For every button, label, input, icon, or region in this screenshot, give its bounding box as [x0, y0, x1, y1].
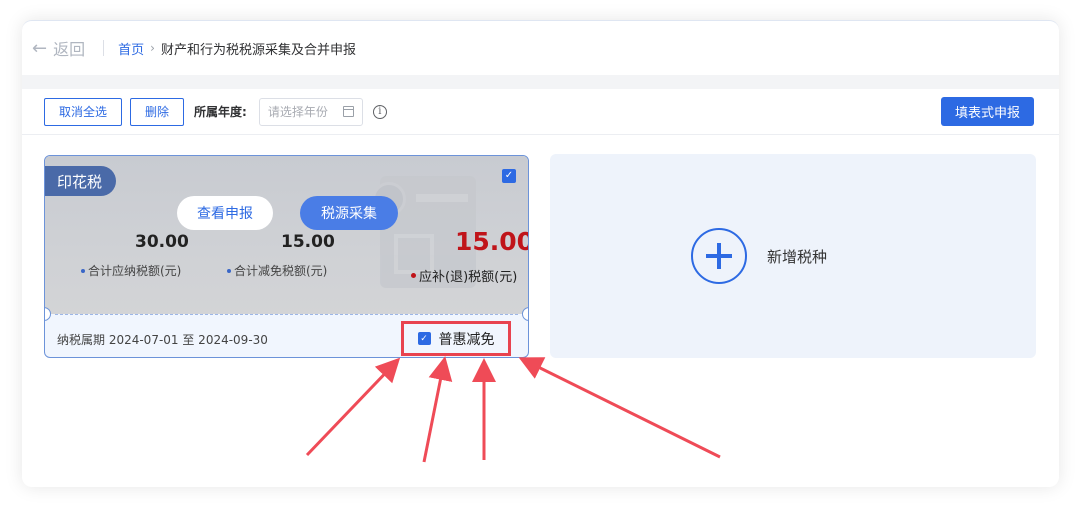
- section-divider: [22, 75, 1059, 89]
- amount-due: 15.00: [455, 227, 529, 256]
- add-tax-type-label: 新增税种: [766, 247, 827, 266]
- header-bar: ← 返回 首页 › 财产和行为税税源采集及合并申报: [22, 21, 1059, 75]
- divider: [103, 40, 105, 56]
- calendar-icon: [342, 106, 354, 117]
- checkbox-checked-icon: ✓: [417, 332, 431, 345]
- main-panel: ← 返回 首页 › 财产和行为税税源采集及合并申报 取消全选 删除 所属年度: …: [22, 20, 1059, 487]
- info-icon[interactable]: i: [372, 104, 387, 119]
- card-select-checkbox[interactable]: ✓: [502, 169, 516, 183]
- form-submit-button[interactable]: 填表式申报: [940, 97, 1034, 126]
- toolbar: 取消全选 删除 所属年度: 请选择年份 i 填表式申报: [22, 89, 1059, 135]
- breadcrumb-current: 财产和行为税税源采集及合并申报: [160, 42, 356, 58]
- tax-source-collect-button[interactable]: 税源采集: [300, 196, 398, 230]
- tax-period: 纳税属期 2024-07-01 至 2024-09-30: [57, 333, 268, 347]
- tax-card-stamp-duty[interactable]: 印花税 ✓ 查看申报 税源采集 30.00 合计应纳税额(元) 15.00 合计…: [44, 155, 529, 358]
- amount-relief: 15.00: [281, 232, 335, 252]
- amount-payable: 30.00: [135, 232, 189, 252]
- cancel-select-all-button[interactable]: 取消全选: [44, 97, 123, 126]
- amount-payable-caption: 合计应纳税额(元): [81, 262, 181, 279]
- amount-due-caption: 应补(退)税额(元): [411, 266, 517, 285]
- card-dashed-divider: [55, 314, 518, 315]
- tax-type-tag: 印花税: [45, 166, 117, 196]
- delete-button[interactable]: 删除: [130, 97, 185, 126]
- breadcrumb: 首页 › 财产和行为税税源采集及合并申报: [118, 39, 356, 58]
- plus-circle-icon: [690, 228, 747, 284]
- back-label: 返回: [53, 40, 86, 59]
- tax-card-header: 印花税 ✓ 查看申报 税源采集 30.00 合计应纳税额(元) 15.00 合计…: [45, 156, 528, 314]
- year-placeholder: 请选择年份: [267, 105, 328, 119]
- breadcrumb-home-link[interactable]: 首页: [118, 39, 144, 58]
- back-arrow-icon: ←: [32, 37, 48, 59]
- year-label: 所属年度:: [194, 105, 247, 119]
- year-picker[interactable]: 请选择年份: [258, 97, 363, 126]
- add-tax-type-card[interactable]: 新增税种: [550, 154, 1036, 358]
- back-button[interactable]: ← 返回: [32, 36, 85, 60]
- inclusive-relief-label: 普惠减免: [438, 331, 495, 348]
- amount-relief-caption: 合计减免税额(元): [227, 262, 327, 279]
- view-declaration-button[interactable]: 查看申报: [177, 196, 273, 230]
- breadcrumb-separator: ›: [150, 41, 155, 55]
- inclusive-relief-checkbox[interactable]: ✓ 普惠减免: [401, 321, 511, 356]
- card-notch-right: [522, 307, 528, 321]
